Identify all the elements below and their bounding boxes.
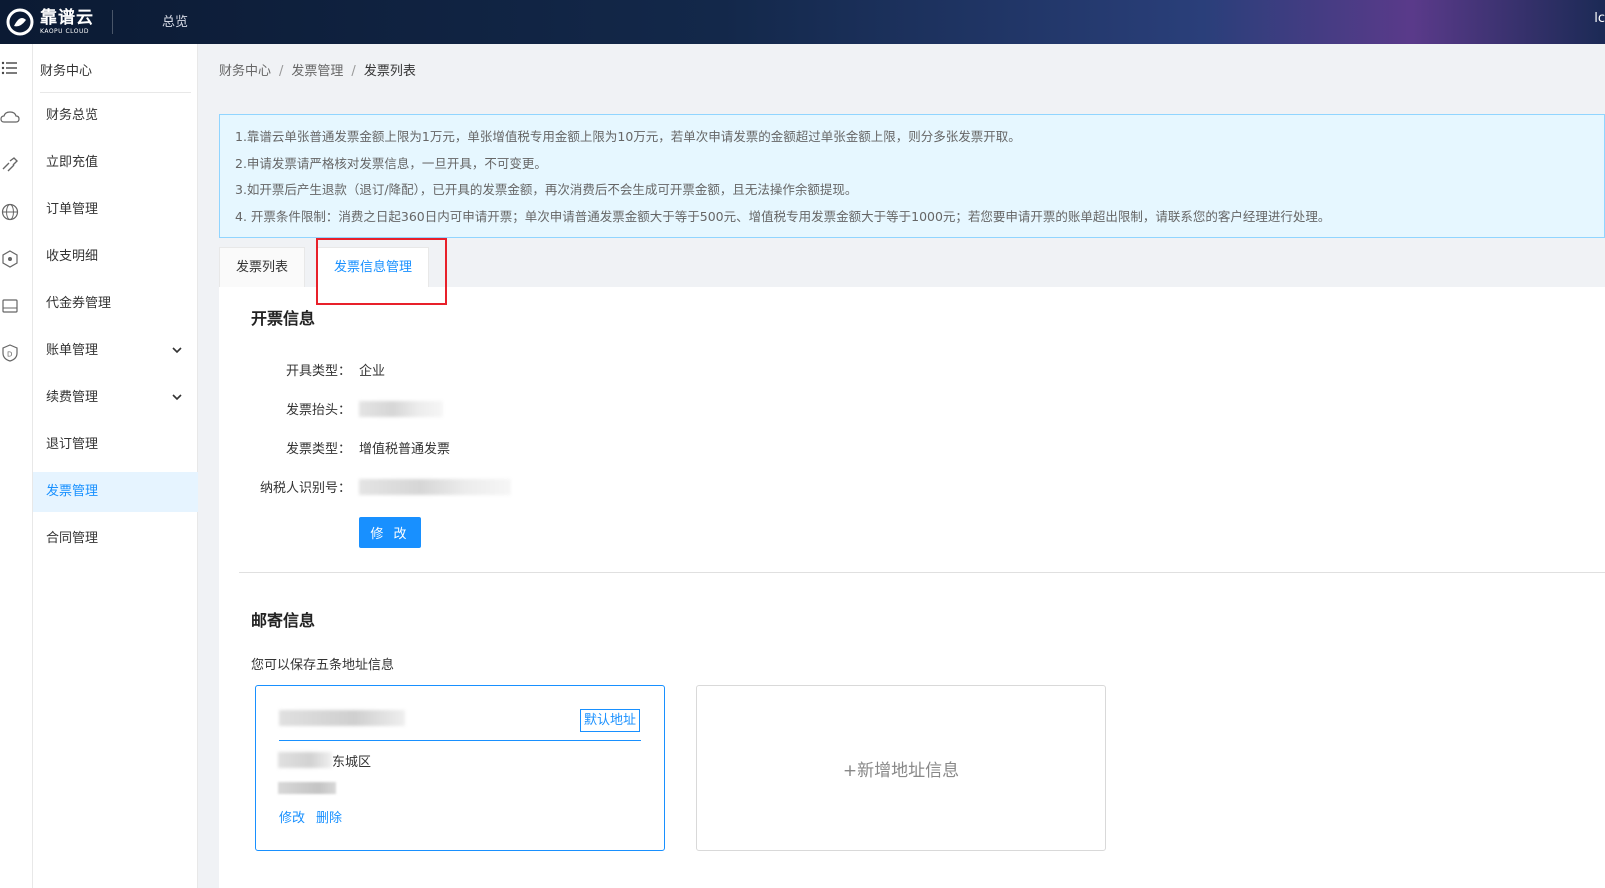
user-menu[interactable]: lc	[1594, 11, 1605, 26]
sidebar-divider	[40, 92, 191, 93]
sidebar-item-bills[interactable]: 账单管理	[33, 331, 198, 371]
breadcrumb: 财务中心 / 发票管理 / 发票列表	[219, 64, 416, 79]
field-invoice-header: 发票抬头：	[219, 399, 819, 421]
card-divider	[279, 740, 641, 741]
icon-rail: D	[0, 44, 33, 888]
sidebar-item-label: 收支明细	[46, 249, 99, 264]
sidebar-item-unsubscribe[interactable]: 退订管理	[33, 425, 198, 465]
chevron-down-icon	[172, 394, 182, 401]
logo-text: 靠谱云	[40, 7, 94, 28]
add-address-label: +新增地址信息	[842, 760, 960, 781]
section-divider	[239, 572, 1605, 573]
notice-line: 3.如开票后产生退款（退订/降配），已开具的发票金额，再次消费后不会生成可开票金…	[235, 182, 858, 197]
field-label: 纳税人识别号：	[259, 481, 351, 496]
sidebar-item-label: 合同管理	[46, 531, 99, 546]
mailing-hint: 您可以保存五条地址信息	[251, 658, 395, 673]
mailing-info-title: 邮寄信息	[251, 611, 316, 630]
invoice-info-title: 开票信息	[251, 309, 316, 328]
sidebar-item-label: 订单管理	[46, 202, 99, 217]
logo-subtext: KAOPU CLOUD	[40, 27, 90, 35]
field-issue-type: 开具类型： 企业	[219, 360, 819, 382]
sidebar-item-label: 立即充值	[46, 155, 99, 170]
edit-address-link[interactable]: 修改	[279, 807, 305, 826]
tab-invoice-list[interactable]: 发票列表	[219, 247, 306, 287]
default-address-badge: 默认地址	[579, 709, 640, 732]
globe-icon[interactable]	[0, 202, 20, 222]
add-address-button[interactable]: +新增地址信息	[696, 685, 1106, 851]
sidebar: 财务中心 财务总览 立即充值 订单管理 收支明细 代金券管理 账单管理 续费管理…	[33, 44, 198, 888]
logo[interactable]: 靠谱云 KAOPU CLOUD	[6, 6, 102, 38]
cloud-icon[interactable]	[0, 108, 20, 128]
storage-icon[interactable]	[0, 296, 20, 316]
edit-invoice-button[interactable]: 修 改	[359, 517, 421, 548]
field-taxpayer-id: 纳税人识别号：	[219, 477, 819, 499]
sidebar-item-label: 续费管理	[46, 390, 99, 405]
sidebar-item-recharge[interactable]: 立即充值	[33, 143, 198, 183]
field-label: 开具类型：	[285, 364, 351, 379]
shield-icon[interactable]: D	[0, 343, 20, 363]
breadcrumb-current: 发票列表	[363, 64, 416, 79]
sidebar-item-label: 发票管理	[46, 484, 99, 499]
sidebar-item-orders[interactable]: 订单管理	[33, 190, 198, 230]
top-bar: 靠谱云 KAOPU CLOUD 总览 lc	[0, 0, 1605, 44]
sidebar-item-label: 退订管理	[46, 437, 99, 452]
breadcrumb-item[interactable]: 财务中心	[219, 64, 271, 79]
invoice-info-panel: 开票信息 开具类型： 企业 发票抬头： 发票类型： 增值税普通发票 纳税人识别号…	[219, 287, 1605, 888]
notice-banner: 1.靠谱云单张普通发票金额上限为1万元，单张增值税专用金额上限为10万元，若单次…	[219, 114, 1605, 238]
field-label: 发票抬头：	[285, 403, 351, 418]
sidebar-item-invoices[interactable]: 发票管理	[33, 472, 198, 512]
sidebar-item-contracts[interactable]: 合同管理	[33, 519, 198, 559]
redacted-phone	[278, 782, 336, 794]
redacted-name	[279, 710, 405, 726]
field-invoice-type: 发票类型： 增值税普通发票	[219, 438, 819, 460]
menu-icon[interactable]	[0, 58, 20, 78]
tabs: 发票列表 发票信息管理	[219, 247, 1605, 287]
address-card[interactable]: 默认地址 东城区 修改 删除	[255, 685, 665, 851]
notice-line: 4. 开票条件限制：消费之日起360日内可申请开票；单次申请普通发票金额大于等于…	[235, 208, 1331, 224]
network-icon[interactable]	[0, 249, 20, 269]
tab-invoice-info[interactable]: 发票信息管理	[317, 247, 430, 287]
notice-line: 2.申请发票请严格核对发票信息，一旦开具，不可变更。	[235, 155, 547, 171]
redacted-value	[359, 479, 511, 495]
top-divider	[112, 10, 113, 34]
main-content: 财务中心 / 发票管理 / 发票列表 1.靠谱云单张普通发票金额上限为1万元，单张增值税…	[199, 44, 1605, 888]
redacted-value	[359, 401, 443, 417]
sidebar-item-transactions[interactable]: 收支明细	[33, 237, 198, 277]
nav-overview[interactable]: 总览	[162, 11, 188, 30]
link-icon[interactable]	[0, 155, 20, 175]
field-value: 增值税普通发票	[359, 442, 451, 457]
logo-icon	[6, 8, 34, 36]
address-region: 东城区	[332, 755, 372, 770]
sidebar-item-label: 财务总览	[46, 108, 99, 123]
sidebar-item-label: 账单管理	[46, 343, 99, 358]
delete-address-link[interactable]: 删除	[316, 807, 342, 826]
chevron-down-icon	[172, 347, 182, 354]
sidebar-item-renewals[interactable]: 续费管理	[33, 378, 198, 418]
sidebar-item-vouchers[interactable]: 代金券管理	[33, 284, 198, 324]
svg-text:D: D	[7, 351, 12, 359]
sidebar-item-label: 代金券管理	[46, 296, 112, 311]
sidebar-item-finance-overview[interactable]: 财务总览	[33, 96, 198, 136]
sidebar-title: 财务中心	[40, 64, 93, 79]
redacted-region	[278, 752, 332, 768]
breadcrumb-item[interactable]: 发票管理	[291, 64, 343, 79]
field-value: 企业	[359, 364, 386, 379]
notice-line: 1.靠谱云单张普通发票金额上限为1万元，单张增值税专用金额上限为10万元，若单次…	[235, 129, 1021, 144]
field-label: 发票类型：	[285, 442, 351, 457]
